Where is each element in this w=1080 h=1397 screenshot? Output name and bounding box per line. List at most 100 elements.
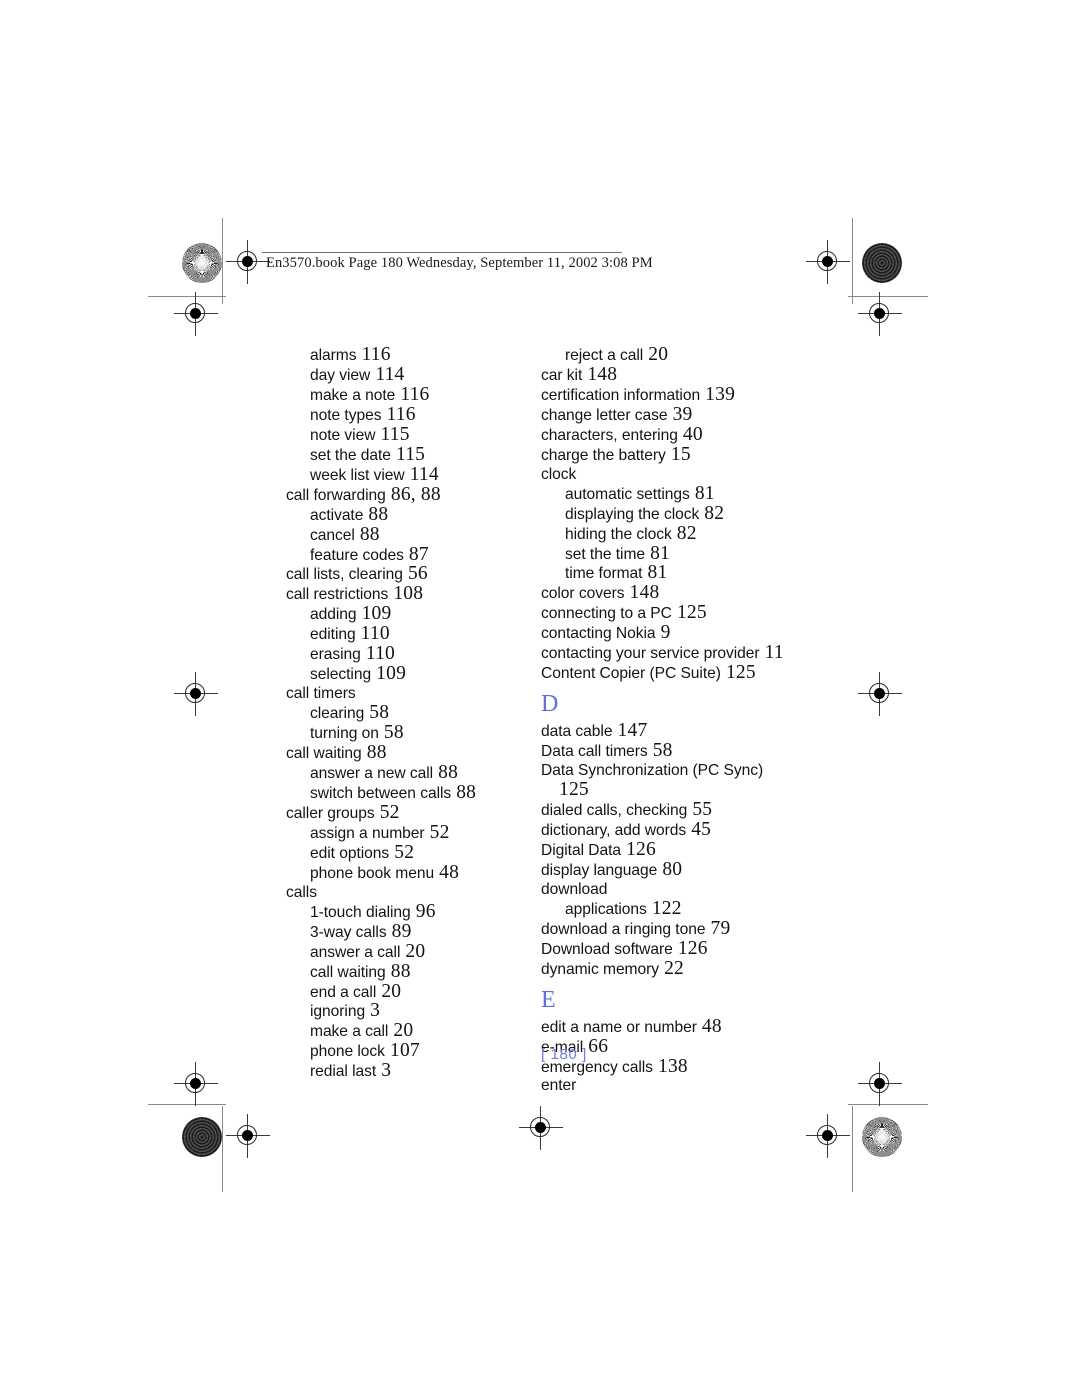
registration-mark-middle-right xyxy=(858,672,902,716)
index-entry: caller groups 52 xyxy=(286,803,511,824)
index-entry-page: 11 xyxy=(759,642,784,664)
index-entry-page: 125 xyxy=(671,602,707,624)
index-entry-page: 39 xyxy=(667,403,693,425)
index-entry-page: 88 xyxy=(354,523,380,545)
index-entry-page: 45 xyxy=(686,818,712,840)
index-entry-label: dynamic memory xyxy=(541,960,660,978)
index-entry-label: download xyxy=(541,880,608,898)
index-entry-page: 116 xyxy=(395,383,430,405)
index-entry-page: 55 xyxy=(687,799,713,821)
index-entry: edit a name or number 48 xyxy=(541,1016,801,1038)
index-entry-label: reject a call xyxy=(565,347,644,364)
color-rosette-bottom-left xyxy=(182,1117,222,1157)
index-entry-label: ignoring xyxy=(310,1003,366,1021)
index-entry-page: 20 xyxy=(643,344,669,365)
index-entry: assign a number 52 xyxy=(310,823,511,844)
index-entry-label: certification information xyxy=(541,386,701,404)
index-entry: color covers 148 xyxy=(541,583,801,604)
index-entry: 1-touch dialing 96 xyxy=(310,901,511,923)
index-entry-page: 139 xyxy=(700,383,736,405)
index-entry: set the time 81 xyxy=(565,542,801,565)
index-entry: cancel 88 xyxy=(310,523,511,546)
index-entry: activate 88 xyxy=(310,503,511,526)
index-entry-label: call lists, clearing xyxy=(286,566,403,584)
index-entry: adding 109 xyxy=(310,604,511,625)
crop-rule-right-vertical-bottom xyxy=(852,1106,853,1192)
index-entry: applications 122 xyxy=(565,899,801,920)
index-entry: call restrictions 108 xyxy=(286,583,511,605)
index-entry: contacting your service provider 11 xyxy=(541,642,801,664)
index-entry-page: 88 xyxy=(363,503,389,525)
index-entry: displaying the clock 82 xyxy=(565,502,801,525)
index-entry-label: dialed calls, checking xyxy=(541,802,688,820)
index-entry-label: erasing xyxy=(310,646,361,664)
index-entry: automatic settings 81 xyxy=(565,482,801,505)
index-entry-page: 82 xyxy=(671,522,697,544)
index-entry: charge the battery 15 xyxy=(541,445,801,466)
index-entry-label: data cable xyxy=(541,723,613,741)
index-entry: Content Copier (PC Suite) 125 xyxy=(541,663,801,684)
index-entry-label: call restrictions xyxy=(286,586,389,604)
index-entry-page: 81 xyxy=(645,542,670,564)
index-entry-page: 80 xyxy=(657,858,683,880)
index-section-letter: E xyxy=(541,986,556,1013)
index-entry-label: change letter case xyxy=(541,406,668,424)
index-entry-label: characters, entering xyxy=(541,426,678,444)
index-entry-label: edit a name or number xyxy=(541,1018,697,1036)
index-entry-label: week list view xyxy=(310,466,405,484)
index-entry: characters, entering 40 xyxy=(541,423,801,446)
index-entry: turning on 58 xyxy=(310,723,511,744)
index-entry-label: turning on xyxy=(310,725,379,743)
registration-mark-top-right-outer xyxy=(858,292,902,336)
index-entry-page: 9 xyxy=(655,622,671,644)
index-entry-label: hiding the clock xyxy=(565,525,672,543)
index-entry-page: 82 xyxy=(699,502,725,524)
index-entry-page: 81 xyxy=(689,482,715,504)
index-entry-page: 40 xyxy=(677,423,703,445)
index-entry-label: call timers xyxy=(286,685,356,703)
index-entry: download a ringing tone 79 xyxy=(541,918,801,940)
index-entry: ignoring 3 xyxy=(310,1000,511,1022)
index-entry-label: time format xyxy=(565,565,643,583)
page-folio: [ 180 ] xyxy=(541,1046,587,1063)
index-entry: clock xyxy=(541,466,801,485)
index-entry-page: 88 xyxy=(451,781,477,803)
color-rosette-top-left xyxy=(182,243,222,283)
index-entry-page: 3 xyxy=(365,1000,381,1022)
index-entry-page: 56 xyxy=(402,563,428,585)
index-entry-page: 20 xyxy=(388,1020,414,1042)
index-entry-label: note view xyxy=(310,426,376,444)
index-entry-page: 126 xyxy=(672,937,708,959)
index-entry-label: call waiting xyxy=(310,963,386,981)
index-entry-label: Digital Data xyxy=(541,841,622,859)
index-entry: certification information 139 xyxy=(541,383,801,406)
index-entry-page: 107 xyxy=(384,1040,420,1062)
index-entry: reject a call 20 xyxy=(565,344,801,366)
index-entry-label: displaying the clock xyxy=(565,505,700,523)
registration-mark-top-left-inner xyxy=(226,240,270,284)
index-entry-label: set the time xyxy=(565,545,646,563)
document-page: En3570.book Page 180 Wednesday, Septembe… xyxy=(0,0,1080,1397)
index-entry: call forwarding 86, 88 xyxy=(286,484,511,506)
index-entry-page: 148 xyxy=(582,363,618,385)
index-entry: Digital Data 126 xyxy=(541,840,801,861)
index-entry-label: alarms xyxy=(310,347,357,364)
registration-mark-middle-left xyxy=(174,672,218,716)
index-entry: feature codes 87 xyxy=(310,544,511,566)
index-entry-label: cancel xyxy=(310,526,355,544)
header-rule xyxy=(262,252,622,253)
index-entry: calls xyxy=(286,884,511,903)
index-entry: clearing 58 xyxy=(310,703,511,724)
index-entry-page: 88 xyxy=(385,960,411,982)
index-entry-label: dictionary, add words xyxy=(541,821,687,839)
index-entry: contacting Nokia 9 xyxy=(541,622,801,644)
index-entry: time format 81 xyxy=(565,563,801,584)
index-entry: 3-way calls 89 xyxy=(310,921,511,943)
index-entry-label: Download software xyxy=(541,940,673,958)
index-entry: answer a call 20 xyxy=(310,941,511,963)
registration-mark-top-left-outer xyxy=(174,292,218,336)
crop-rule-right-vertical xyxy=(852,218,853,304)
index-entry-page: 108 xyxy=(388,583,424,605)
index-entry-page: 58 xyxy=(647,740,673,762)
index-entry-label: 3-way calls xyxy=(310,923,387,941)
